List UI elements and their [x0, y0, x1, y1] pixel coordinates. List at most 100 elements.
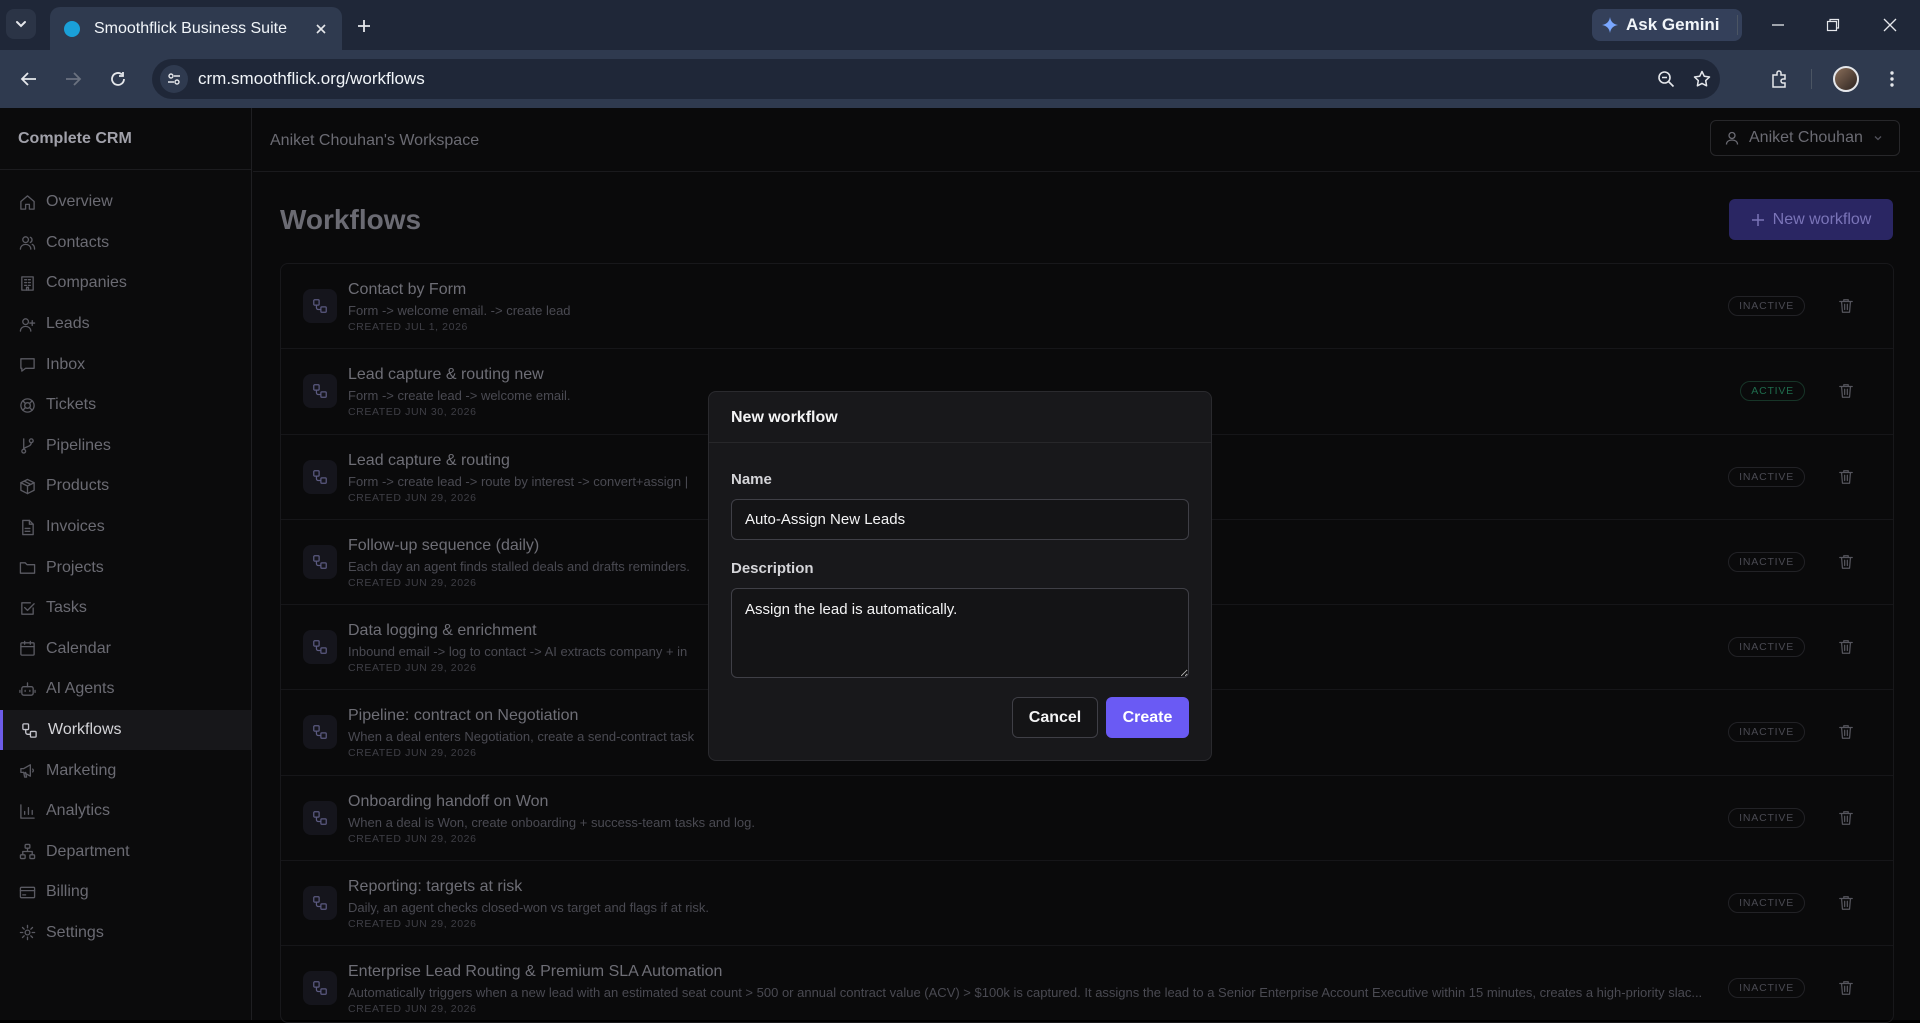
workflow-description: Automatically triggers when a new lead w…: [348, 985, 1703, 1001]
workflow-name: Lead capture & routing: [348, 451, 510, 469]
bookmark-button[interactable]: [1684, 61, 1720, 97]
workflow-icon: [313, 555, 327, 569]
lifebuoy-icon: [19, 397, 35, 413]
workflow-icon-tile: [303, 374, 337, 409]
workflow-icon-tile: [303, 715, 337, 750]
sidebar-item-overview[interactable]: Overview: [0, 182, 251, 223]
reload-button[interactable]: [102, 63, 134, 95]
sidebar-icon: [18, 924, 36, 942]
sidebar-item-label: Inbox: [46, 355, 86, 373]
new-workflow-button[interactable]: New workflow: [1729, 199, 1893, 240]
sidebar-icon: [18, 559, 36, 577]
sidebar-item-label: Department: [46, 842, 130, 860]
address-bar[interactable]: crm.smoothflick.org/workflows: [152, 59, 1720, 99]
status-badge: INACTIVE: [1728, 722, 1805, 743]
sidebar-icon: [20, 721, 38, 739]
workflow-row[interactable]: Onboarding handoff on Won When a deal is …: [281, 776, 1893, 862]
delete-workflow-button[interactable]: [1837, 638, 1855, 656]
workflow-name: Onboarding handoff on Won: [348, 792, 549, 810]
restore-button[interactable]: [1813, 10, 1853, 40]
sidebar-item-tickets[interactable]: Tickets: [0, 385, 251, 426]
delete-workflow-button[interactable]: [1837, 723, 1855, 741]
trash-icon: [1839, 555, 1853, 569]
delete-workflow-button[interactable]: [1837, 894, 1855, 912]
workflow-created-date: CREATED JUN 29, 2026: [348, 576, 477, 589]
browser-tab[interactable]: Smoothflick Business Suite: [50, 7, 342, 50]
workflow-description: Form -> welcome email. -> create lead: [348, 303, 571, 318]
sidebar-item-marketing[interactable]: Marketing: [0, 750, 251, 791]
star-icon: [1693, 70, 1711, 87]
sidebar-item-settings[interactable]: Settings: [0, 913, 251, 954]
workflow-icon: [313, 384, 327, 399]
window-close-button[interactable]: [1870, 10, 1910, 40]
sidebar-nav: Overview Contacts Companies Leads Inbox Ticke…: [0, 170, 251, 953]
sidebar-icon: [18, 234, 36, 252]
sidebar-item-workflows[interactable]: Workflows: [0, 709, 251, 751]
description-textarea[interactable]: Assign the lead is automatically.: [731, 588, 1189, 678]
cancel-button[interactable]: Cancel: [1012, 697, 1098, 738]
delete-workflow-button[interactable]: [1837, 979, 1855, 997]
extensions-button[interactable]: [1764, 63, 1796, 95]
more-vertical-icon: [1890, 71, 1894, 87]
sidebar-icon: [18, 762, 36, 780]
sidebar-item-department[interactable]: Department: [0, 832, 251, 873]
sidebar-item-calendar[interactable]: Calendar: [0, 629, 251, 670]
workflow-row[interactable]: Enterprise Lead Routing & Premium SLA Au…: [281, 946, 1893, 1022]
delete-workflow-button[interactable]: [1837, 297, 1855, 315]
workflow-icon: [313, 896, 327, 910]
tab-search-button[interactable]: [6, 9, 36, 39]
sidebar-item-inbox[interactable]: Inbox: [0, 344, 251, 385]
delete-workflow-button[interactable]: [1837, 468, 1855, 486]
new-tab-button[interactable]: [350, 12, 378, 40]
browser-toolbar: crm.smoothflick.org/workflows: [0, 50, 1920, 108]
brand-name: Complete CRM: [0, 108, 251, 170]
tune-icon: [168, 73, 180, 85]
sidebar-item-contacts[interactable]: Contacts: [0, 223, 251, 264]
trash-icon: [1839, 640, 1853, 655]
sidebar-item-projects[interactable]: Projects: [0, 547, 251, 588]
delete-workflow-button[interactable]: [1837, 382, 1855, 400]
workflow-description: Each day an agent finds stalled deals an…: [348, 558, 690, 574]
site-info-button[interactable]: [160, 65, 188, 93]
workflow-icon-tile: [303, 630, 337, 665]
name-label: Name: [731, 471, 772, 488]
sidebar-icon: [18, 802, 36, 820]
workflow-icon-tile: [303, 459, 337, 494]
sidebar-item-label: AI Agents: [46, 680, 115, 698]
browser-menu-button[interactable]: [1876, 63, 1908, 95]
sidebar-item-billing[interactable]: Billing: [0, 872, 251, 913]
workflow-row[interactable]: Contact by Form Form -> welcome email. ->…: [281, 264, 1893, 350]
forward-button[interactable]: [57, 63, 89, 95]
sidebar-item-tasks[interactable]: Tasks: [0, 588, 251, 629]
page-title: Workflows: [280, 204, 422, 235]
delete-workflow-button[interactable]: [1837, 809, 1855, 827]
tab-close-button[interactable]: [312, 20, 330, 38]
plus-icon: [358, 20, 370, 32]
folder-icon: [19, 562, 35, 574]
user-menu-button[interactable]: Aniket Chouhan: [1710, 120, 1900, 156]
ask-gemini-button[interactable]: Ask Gemini: [1592, 9, 1742, 41]
workflow-row[interactable]: Reporting: targets at risk Daily, an agen…: [281, 861, 1893, 947]
sidebar-item-leads[interactable]: Leads: [0, 304, 251, 345]
sidebar-item-invoices[interactable]: Invoices: [0, 507, 251, 548]
back-button[interactable]: [13, 63, 45, 95]
minimize-icon: [1772, 24, 1784, 26]
sidebar-item-analytics[interactable]: Analytics: [0, 791, 251, 832]
workflow-icon: [313, 469, 327, 484]
trash-icon: [1839, 896, 1853, 910]
create-button[interactable]: Create: [1106, 697, 1189, 738]
minimize-button[interactable]: [1758, 10, 1798, 40]
workflow-name: Lead capture & routing new: [348, 366, 544, 384]
sidebar-item-products[interactable]: Products: [0, 466, 251, 507]
zoom-button[interactable]: [1648, 61, 1684, 97]
network-icon: [19, 844, 35, 860]
delete-workflow-button[interactable]: [1837, 553, 1855, 571]
profile-avatar[interactable]: [1833, 66, 1859, 92]
sidebar-item-pipelines[interactable]: Pipelines: [0, 426, 251, 467]
reload-icon: [111, 72, 125, 86]
name-input[interactable]: [731, 499, 1189, 540]
sidebar-icon: [18, 477, 36, 495]
sidebar-item-companies[interactable]: Companies: [0, 263, 251, 304]
sidebar-item-ai-agents[interactable]: AI Agents: [0, 669, 251, 710]
check-square-icon: [20, 601, 35, 615]
